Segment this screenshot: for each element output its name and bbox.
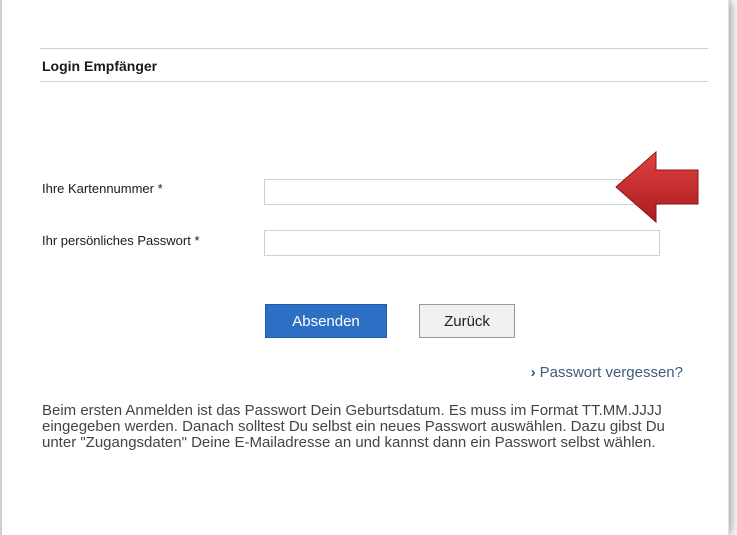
password-label: Ihr persönliches Passwort * xyxy=(42,233,200,248)
login-panel: Login Empfänger Ihre Kartennummer * Ihr … xyxy=(0,0,729,535)
forgot-password-link[interactable]: › Passwort vergessen? xyxy=(531,364,683,381)
chevron-right-icon: › xyxy=(530,364,536,381)
forgot-password-label: Passwort vergessen? xyxy=(539,364,683,381)
page-title: Login Empfänger xyxy=(42,58,158,74)
submit-button[interactable]: Absenden xyxy=(265,304,387,338)
password-input[interactable] xyxy=(264,230,660,256)
back-button[interactable]: Zurück xyxy=(419,304,515,338)
header-divider-top xyxy=(40,48,708,49)
card-number-label: Ihre Kartennummer * xyxy=(42,181,163,196)
red-arrow-icon xyxy=(615,150,699,224)
info-text: Beim ersten Anmelden ist das Passwort De… xyxy=(42,402,665,451)
header-divider-bottom xyxy=(40,81,708,82)
card-number-input[interactable] xyxy=(264,179,660,205)
